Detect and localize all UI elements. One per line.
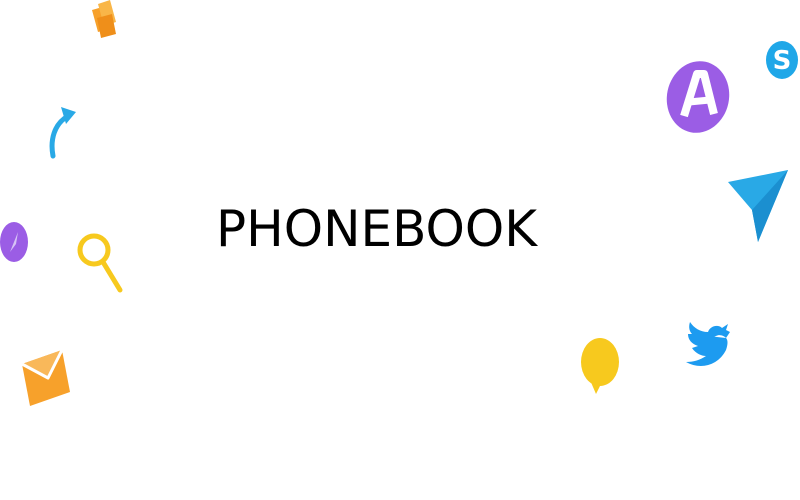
twitter-icon bbox=[686, 322, 730, 366]
mail-icon bbox=[21, 349, 70, 406]
share-arrow-icon bbox=[49, 107, 76, 159]
letter-a-app-icon bbox=[666, 61, 730, 133]
page-title: PHONEBOOK bbox=[216, 200, 538, 258]
chat-bubble-icon bbox=[581, 338, 619, 394]
svg-text:S: S bbox=[773, 46, 792, 76]
skype-icon: S bbox=[766, 41, 798, 79]
search-icon bbox=[77, 233, 123, 293]
send-icon bbox=[728, 170, 788, 242]
compass-icon bbox=[0, 222, 28, 262]
documents-icon bbox=[92, 0, 116, 38]
